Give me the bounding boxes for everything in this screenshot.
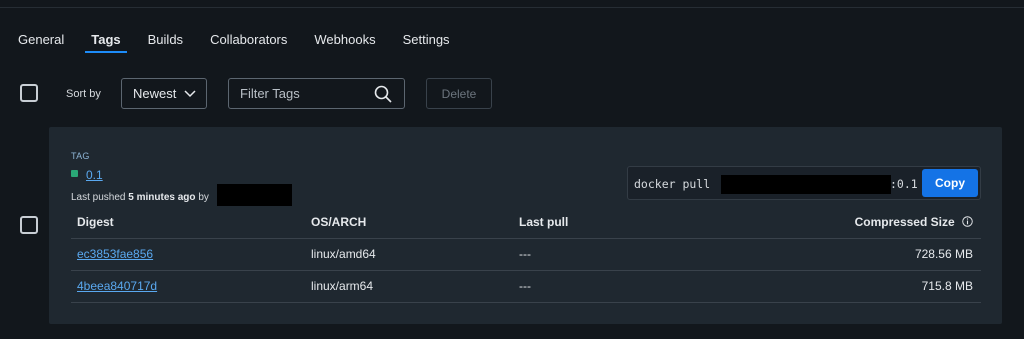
pull-command-prefix: docker pull (634, 177, 711, 191)
last-pull-cell: --- (516, 238, 776, 271)
column-compressed-size: Compressed Size (776, 206, 981, 239)
tab-webhooks[interactable]: Webhooks (314, 31, 375, 55)
search-icon[interactable] (374, 85, 392, 103)
delete-button[interactable]: Delete (426, 78, 492, 109)
sort-value: Newest (133, 86, 177, 101)
column-last-pull: Last pull (516, 206, 776, 239)
table-header-row: Digest OS/ARCH Last pull Compressed Size (71, 206, 981, 239)
digest-cell: ec3853fae856 (71, 238, 309, 271)
column-digest: Digest (71, 206, 309, 239)
tag-row-checkbox[interactable] (20, 216, 38, 234)
select-all-checkbox[interactable] (20, 84, 38, 102)
tab-settings[interactable]: Settings (403, 31, 450, 55)
last-pull-cell: --- (516, 270, 776, 303)
redacted-repo-name (721, 175, 891, 194)
digest-link[interactable]: ec3853fae856 (77, 247, 153, 261)
os-arch-cell: linux/amd64 (309, 238, 516, 271)
digest-link[interactable]: 4beea840717d (77, 279, 157, 293)
table-row: ec3853fae856 linux/amd64 --- 728.56 MB (71, 238, 981, 271)
sort-label: Sort by (66, 88, 101, 100)
digest-cell: 4beea840717d (71, 270, 309, 303)
tag-card: TAG 0.1 Last pushed 5 minutes ago by doc… (49, 127, 1002, 324)
tag-name-link[interactable]: 0.1 (86, 168, 103, 182)
size-cell: 715.8 MB (776, 270, 981, 303)
tag-status-icon (71, 170, 78, 177)
tab-general[interactable]: General (18, 31, 64, 55)
chevron-down-icon (184, 90, 196, 98)
tab-builds[interactable]: Builds (148, 31, 183, 55)
sort-select[interactable]: Newest (121, 78, 207, 109)
tab-tags[interactable]: Tags (85, 31, 128, 55)
repo-tabs: General Tags Builds Collaborators Webhoo… (18, 31, 477, 55)
redacted-username (217, 184, 292, 206)
pushed-by: by (198, 192, 209, 203)
tag-heading: TAG (71, 151, 90, 161)
size-cell: 728.56 MB (776, 238, 981, 271)
info-icon[interactable] (962, 216, 973, 227)
pull-command-suffix: :0.1 (890, 177, 918, 191)
top-divider (0, 0, 1024, 8)
digest-table: Digest OS/ARCH Last pull Compressed Size… (71, 206, 981, 303)
os-arch-cell: linux/arm64 (309, 270, 516, 303)
column-os-arch: OS/ARCH (309, 206, 516, 239)
filter-tags-field (228, 78, 405, 109)
pushed-time: 5 minutes ago (128, 192, 196, 203)
copy-button[interactable]: Copy (922, 169, 978, 197)
last-pushed-text: Last pushed 5 minutes ago by (71, 192, 209, 203)
pushed-prefix: Last pushed (71, 192, 126, 203)
tab-collaborators[interactable]: Collaborators (210, 31, 287, 55)
table-row: 4beea840717d linux/arm64 --- 715.8 MB (71, 270, 981, 303)
compressed-size-label: Compressed Size (854, 214, 955, 229)
filter-tags-input[interactable] (229, 79, 369, 108)
pull-command-box: docker pull :0.1 Copy (627, 166, 981, 200)
